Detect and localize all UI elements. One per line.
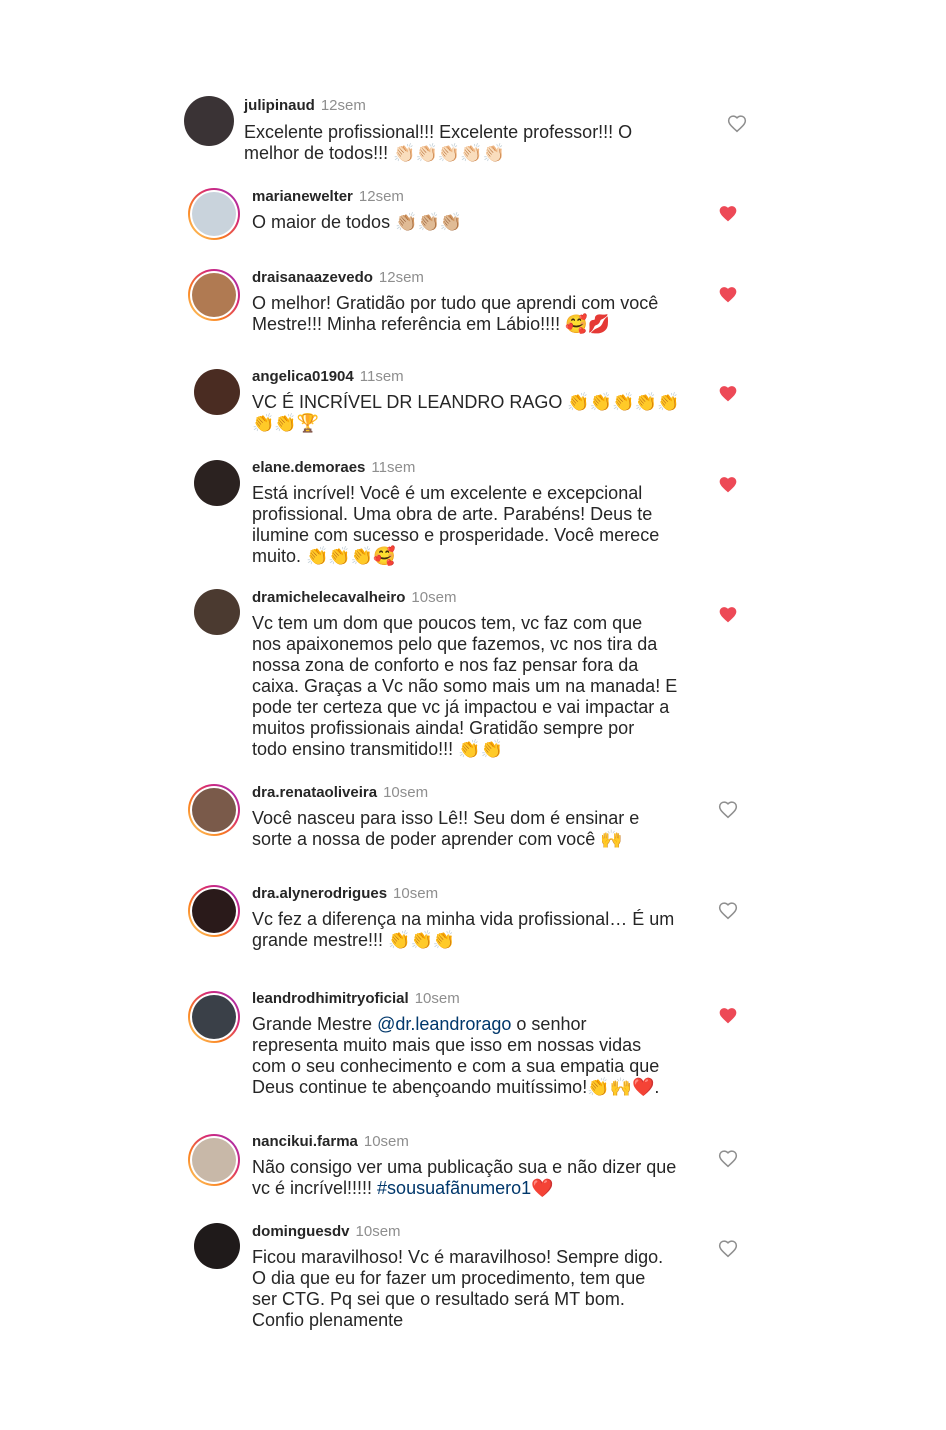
comment-text: Você nasceu para isso Lê!! Seu dom é ens… — [252, 808, 640, 849]
comment-time[interactable]: 10sem — [411, 589, 456, 606]
comment-text-part: Grande Mestre — [252, 1014, 378, 1034]
comment-time[interactable]: 12sem — [359, 188, 404, 205]
comment-text: Vc fez a diferença na minha vida profiss… — [252, 909, 675, 950]
comment-text: Vc tem um dom que poucos tem, vc faz com… — [252, 613, 678, 759]
comment-username[interactable]: julipinaud — [244, 97, 315, 114]
avatar[interactable] — [184, 96, 234, 146]
comment-text: Está incrível! Você é um excelente e exc… — [252, 483, 660, 566]
like-heart-icon[interactable] — [718, 475, 738, 495]
comment-text: O melhor! Gratidão por tudo que aprendi … — [252, 293, 659, 334]
comment-time[interactable]: 10sem — [393, 885, 438, 902]
comment-meta: angelica01904 11sem — [252, 368, 404, 386]
comment-meta: draisanaazevedo 12sem — [252, 269, 424, 287]
comment-username[interactable]: marianewelter — [252, 188, 353, 205]
avatar[interactable] — [188, 784, 240, 836]
like-heart-icon[interactable] — [718, 285, 738, 305]
avatar[interactable] — [188, 885, 240, 937]
like-heart-icon[interactable] — [718, 1149, 738, 1169]
like-heart-icon[interactable] — [727, 114, 747, 134]
comment-username[interactable]: dra.alynerodrigues — [252, 885, 387, 902]
comment-username[interactable]: dra.renataoliveira — [252, 784, 377, 801]
comment-text: Excelente profissional!!! Excelente prof… — [244, 122, 633, 163]
like-heart-icon[interactable] — [718, 204, 738, 224]
comment-time[interactable]: 10sem — [356, 1223, 401, 1240]
avatar-image — [194, 589, 240, 635]
avatar[interactable] — [188, 188, 240, 240]
comment-username[interactable]: nancikui.farma — [252, 1133, 358, 1150]
comment-meta: dominguesdv 10sem — [252, 1223, 401, 1241]
avatar-image — [192, 1138, 236, 1182]
avatar[interactable] — [188, 991, 240, 1043]
comment-meta: dra.alynerodrigues 10sem — [252, 885, 438, 903]
comment-text: O maior de todos 👏🏼👏🏼👏🏼 — [252, 212, 463, 232]
comment-text: VC É INCRÍVEL DR LEANDRO RAGO 👏👏👏👏👏 👏👏🏆 — [252, 392, 680, 433]
avatar[interactable] — [188, 269, 240, 321]
like-heart-icon[interactable] — [718, 800, 738, 820]
comment-text: Ficou maravilhoso! Vc é maravilhoso! Sem… — [252, 1247, 664, 1330]
comment-time[interactable]: 10sem — [383, 784, 428, 801]
avatar-image — [184, 96, 234, 146]
comment-time[interactable]: 11sem — [360, 368, 404, 385]
avatar-image — [194, 460, 240, 506]
comment-text: Grande Mestre @dr.leandrorago o senhor r… — [252, 1014, 659, 1098]
comment-meta: leandrodhimitryoficial 10sem — [252, 990, 460, 1008]
avatar-image — [192, 788, 236, 832]
avatar-image — [194, 1223, 240, 1269]
hashtag-link[interactable]: #sousuafãnumero1 — [377, 1178, 531, 1198]
comment-meta: marianewelter 12sem — [252, 188, 404, 206]
like-heart-icon[interactable] — [718, 1239, 738, 1259]
comment-meta: julipinaud 12sem — [244, 97, 366, 115]
comment-username[interactable]: elane.demoraes — [252, 459, 365, 476]
avatar-image — [192, 273, 236, 317]
comment-meta: dramichelecavalheiro 10sem — [252, 589, 456, 607]
like-heart-icon[interactable] — [718, 901, 738, 921]
comment-meta: nancikui.farma 10sem — [252, 1133, 409, 1151]
comment-time[interactable]: 12sem — [321, 97, 366, 114]
comment-username[interactable]: draisanaazevedo — [252, 269, 373, 286]
comment-time[interactable]: 11sem — [371, 459, 415, 476]
avatar[interactable] — [188, 1134, 240, 1186]
avatar-image — [192, 889, 236, 933]
comment-meta: dra.renataoliveira 10sem — [252, 784, 428, 802]
mention-link[interactable]: @dr.leandrorago — [377, 1014, 511, 1034]
like-heart-icon[interactable] — [718, 384, 738, 404]
comment-username[interactable]: dramichelecavalheiro — [252, 589, 405, 606]
comment-username[interactable]: dominguesdv — [252, 1223, 350, 1240]
comment-meta: elane.demoraes 11sem — [252, 459, 415, 477]
comment-time[interactable]: 12sem — [379, 269, 424, 286]
avatar[interactable] — [194, 589, 240, 635]
avatar-image — [192, 995, 236, 1039]
avatar[interactable] — [194, 1223, 240, 1269]
comment-username[interactable]: leandrodhimitryoficial — [252, 990, 409, 1007]
like-heart-icon[interactable] — [718, 1006, 738, 1026]
avatar-image — [192, 192, 236, 236]
comments-list: julipinaud 12sem Excelente profissional!!… — [0, 0, 946, 1430]
comment-text-part: ❤️ — [531, 1178, 554, 1198]
comment-time[interactable]: 10sem — [364, 1133, 409, 1150]
comment-time[interactable]: 10sem — [415, 990, 460, 1007]
comment-username[interactable]: angelica01904 — [252, 368, 354, 385]
avatar[interactable] — [194, 460, 240, 506]
comment-text: Não consigo ver uma publicação sua e não… — [252, 1157, 676, 1199]
avatar-image — [194, 369, 240, 415]
like-heart-icon[interactable] — [718, 605, 738, 625]
avatar[interactable] — [194, 369, 240, 415]
